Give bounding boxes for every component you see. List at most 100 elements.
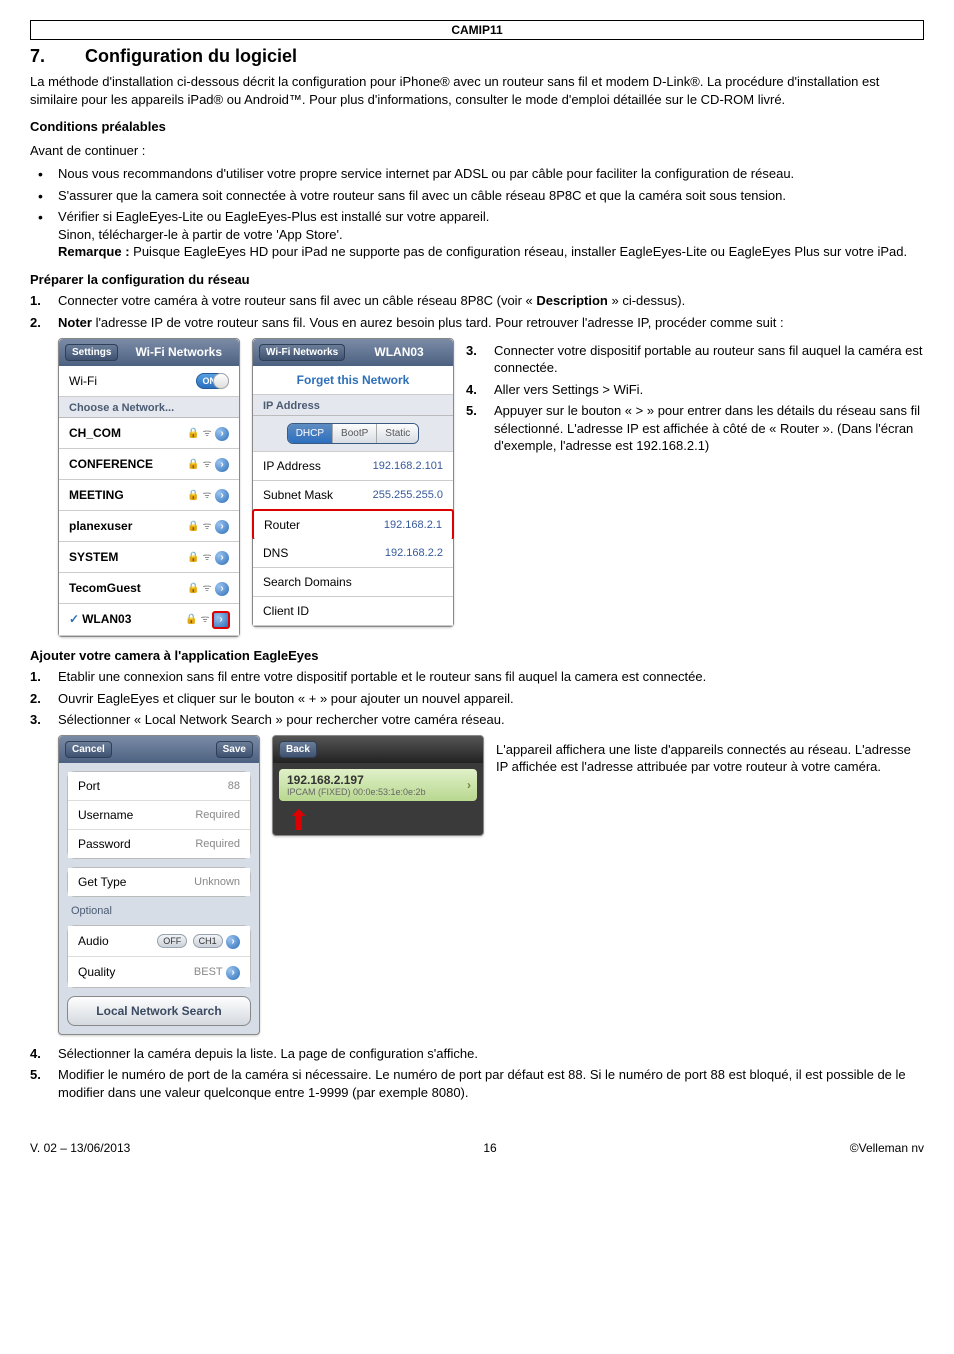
label: Get Type — [78, 875, 126, 889]
network-row[interactable]: CONFERENCE 🔒 ᯤ › — [59, 449, 239, 480]
label: Port — [78, 779, 100, 793]
lock-wifi-icon: 🔒 ᯤ — [185, 611, 209, 625]
eagle-steps: Etablir une connexion sans fil entre vot… — [30, 668, 924, 729]
label: Password — [78, 837, 131, 851]
wifi-toggle-row[interactable]: Wi-Fi ON — [59, 366, 239, 397]
router-row: Router 192.168.2.1 — [252, 509, 454, 540]
disclosure-icon[interactable]: › — [226, 935, 240, 949]
checkmark-icon: ✓ — [69, 612, 79, 626]
wifi-list-screenshot: Settings Wi-Fi Networks Wi-Fi ON Choose … — [58, 338, 240, 637]
device-mac: IPCAM (FIXED) 00:0e:53:1e:0e:2b — [287, 787, 459, 797]
lock-wifi-icon: 🔒 ᯤ — [187, 487, 211, 501]
text: » ci-dessus). — [608, 293, 685, 308]
disclosure-icon[interactable]: › — [226, 966, 240, 980]
tab-dhcp[interactable]: DHCP — [288, 424, 333, 443]
port-row[interactable]: Port 88 — [68, 772, 250, 801]
optional-card: Audio OFF CH1 › Quality BEST › — [67, 925, 251, 988]
local-network-search-button[interactable]: Local Network Search — [67, 996, 251, 1026]
tab-bootp[interactable]: BootP — [333, 424, 377, 443]
detail-row: IP Address 192.168.2.101 — [253, 452, 453, 481]
quality-row[interactable]: Quality BEST › — [68, 957, 250, 987]
doc-header: CAMIP11 — [30, 20, 924, 40]
eagle-step: Sélectionner la caméra depuis la liste. … — [30, 1045, 924, 1063]
forget-network-button[interactable]: Forget this Network — [253, 366, 453, 395]
device-row[interactable]: 192.168.2.197 IPCAM (FIXED) 00:0e:53:1e:… — [279, 769, 477, 801]
audio-off-badge: OFF — [157, 934, 187, 948]
lock-wifi-icon: 🔒 ᯤ — [187, 425, 211, 439]
disclosure-icon[interactable]: › — [215, 489, 229, 503]
prereq-heading: Conditions préalables — [30, 118, 924, 136]
label: Search Domains — [263, 575, 352, 589]
optional-label: Optional — [59, 905, 259, 917]
label: DNS — [263, 546, 288, 560]
eagle-aside: L'appareil affichera une liste d'apparei… — [496, 735, 924, 782]
value: 88 — [228, 780, 240, 792]
eagle-step: Sélectionner « Local Network Search » po… — [30, 711, 924, 729]
audio-channel-badge: CH1 — [193, 934, 223, 948]
eagle-steps-cont: Sélectionner la caméra depuis la liste. … — [30, 1045, 924, 1102]
form-card: Port 88 Username Required Password Requi… — [67, 771, 251, 859]
value: 192.168.2.101 — [373, 460, 443, 472]
network-row[interactable]: planexuser 🔒 ᯤ › — [59, 511, 239, 542]
network-row[interactable]: CH_COM 🔒 ᯤ › — [59, 418, 239, 449]
eagle-step: Etablir une connexion sans fil entre vot… — [30, 668, 924, 686]
network-row[interactable]: MEETING 🔒 ᯤ › — [59, 480, 239, 511]
detail-row: Search Domains — [253, 568, 453, 597]
password-row[interactable]: Password Required — [68, 830, 250, 858]
wifi-toggle[interactable]: ON — [196, 373, 230, 389]
substep: Connecter votre dispositif portable au r… — [466, 342, 924, 377]
text: Puisque EagleEyes HD pour iPad ne suppor… — [133, 244, 907, 259]
eagle-step: Ouvrir EagleEyes et cliquer sur le bouto… — [30, 690, 924, 708]
network-row-selected[interactable]: ✓WLAN03 🔒 ᯤ › — [59, 604, 239, 636]
network-name: planexuser — [69, 519, 132, 533]
save-button[interactable]: Save — [216, 741, 253, 758]
gettype-row[interactable]: Get Type Unknown — [68, 868, 250, 896]
disclosure-icon[interactable]: › — [215, 551, 229, 565]
back-button[interactable]: Wi-Fi Networks — [259, 344, 345, 361]
label: Quality — [78, 965, 115, 979]
eagle-screenshots-row: Cancel Save Port 88 Username Required Pa… — [58, 735, 924, 1035]
detail-row: DNS 192.168.2.2 — [253, 539, 453, 568]
audio-row[interactable]: Audio OFF CH1 › — [68, 926, 250, 957]
wifi-detail-screenshot: Wi-Fi Networks WLAN03 Forget this Networ… — [252, 338, 454, 627]
back-button[interactable]: Settings — [65, 344, 118, 361]
eagle-heading: Ajouter votre camera à l'application Eag… — [30, 647, 924, 665]
prereq-lead: Avant de continuer : — [30, 142, 924, 160]
device-list-screenshot: Back 192.168.2.197 IPCAM (FIXED) 00:0e:5… — [272, 735, 484, 836]
page-footer: V. 02 – 13/06/2013 16 ©Velleman nv — [30, 1141, 924, 1155]
text: Description — [536, 293, 608, 308]
text: Forget this Network — [297, 373, 410, 387]
network-row[interactable]: TecomGuest 🔒 ᯤ › — [59, 573, 239, 604]
disclosure-icon[interactable]: › — [215, 582, 229, 596]
cancel-button[interactable]: Cancel — [65, 741, 112, 758]
disclosure-icon[interactable]: › — [215, 427, 229, 441]
value: BEST — [194, 966, 223, 978]
username-row[interactable]: Username Required — [68, 801, 250, 830]
wifi-substeps: Connecter votre dispositif portable au r… — [466, 338, 924, 459]
prereq-item: Nous vous recommandons d'utiliser votre … — [30, 165, 924, 183]
wifi-screenshots-row: Settings Wi-Fi Networks Wi-Fi ON Choose … — [58, 338, 924, 637]
disclosure-icon[interactable]: › — [215, 520, 229, 534]
text: l'adresse IP de votre routeur sans fil. … — [92, 315, 784, 330]
navbar-title: WLAN03 — [351, 345, 447, 359]
network-row[interactable]: SYSTEM 🔒 ᯤ › — [59, 542, 239, 573]
value: Unknown — [194, 876, 240, 888]
network-name: CH_COM — [69, 426, 121, 440]
tab-static[interactable]: Static — [377, 424, 418, 443]
ip-mode-tabs: DHCP BootP Static — [253, 416, 453, 452]
disclosure-icon[interactable]: › — [212, 611, 230, 629]
device-ip: 192.168.2.197 — [287, 773, 459, 787]
lock-wifi-icon: 🔒 ᯤ — [187, 549, 211, 563]
navbar: Settings Wi-Fi Networks — [59, 339, 239, 366]
value: 192.168.2.1 — [384, 519, 442, 531]
network-name: MEETING — [69, 488, 124, 502]
disclosure-icon[interactable]: › — [215, 458, 229, 472]
network-name: CONFERENCE — [69, 457, 153, 471]
back-button[interactable]: Back — [279, 741, 317, 758]
navbar: Wi-Fi Networks WLAN03 — [253, 339, 453, 366]
choose-network-header: Choose a Network... — [59, 397, 239, 418]
wifi-label: Wi-Fi — [69, 374, 97, 388]
prereq-list: Nous vous recommandons d'utiliser votre … — [30, 165, 924, 261]
detail-row: Subnet Mask 255.255.255.0 — [253, 481, 453, 510]
value: 192.168.2.2 — [385, 547, 443, 559]
